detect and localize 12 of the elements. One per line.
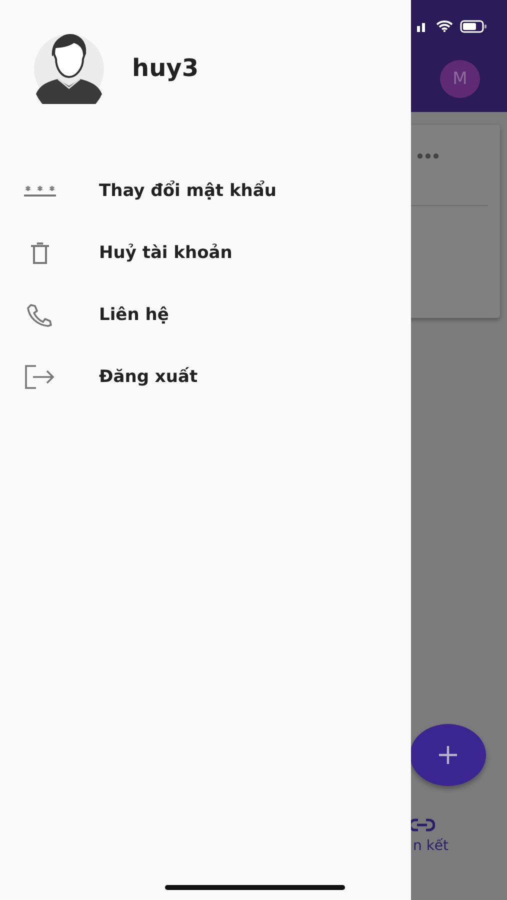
link-icon[interactable] — [409, 818, 435, 832]
menu-item[interactable]: Đăng xuất — [0, 346, 411, 408]
plus-icon — [438, 745, 458, 765]
password-icon — [24, 185, 56, 197]
wifi-icon — [436, 20, 453, 32]
menu-item[interactable]: Liên hệ — [0, 284, 411, 346]
user-name: huy3 — [132, 54, 199, 82]
battery-icon — [460, 20, 487, 32]
logout-icon — [24, 365, 56, 389]
menu-item[interactable]: Thay đổi mật khẩu — [0, 160, 411, 222]
more-icon[interactable] — [417, 153, 439, 159]
menu-item[interactable]: Huỷ tài khoản — [0, 222, 411, 284]
